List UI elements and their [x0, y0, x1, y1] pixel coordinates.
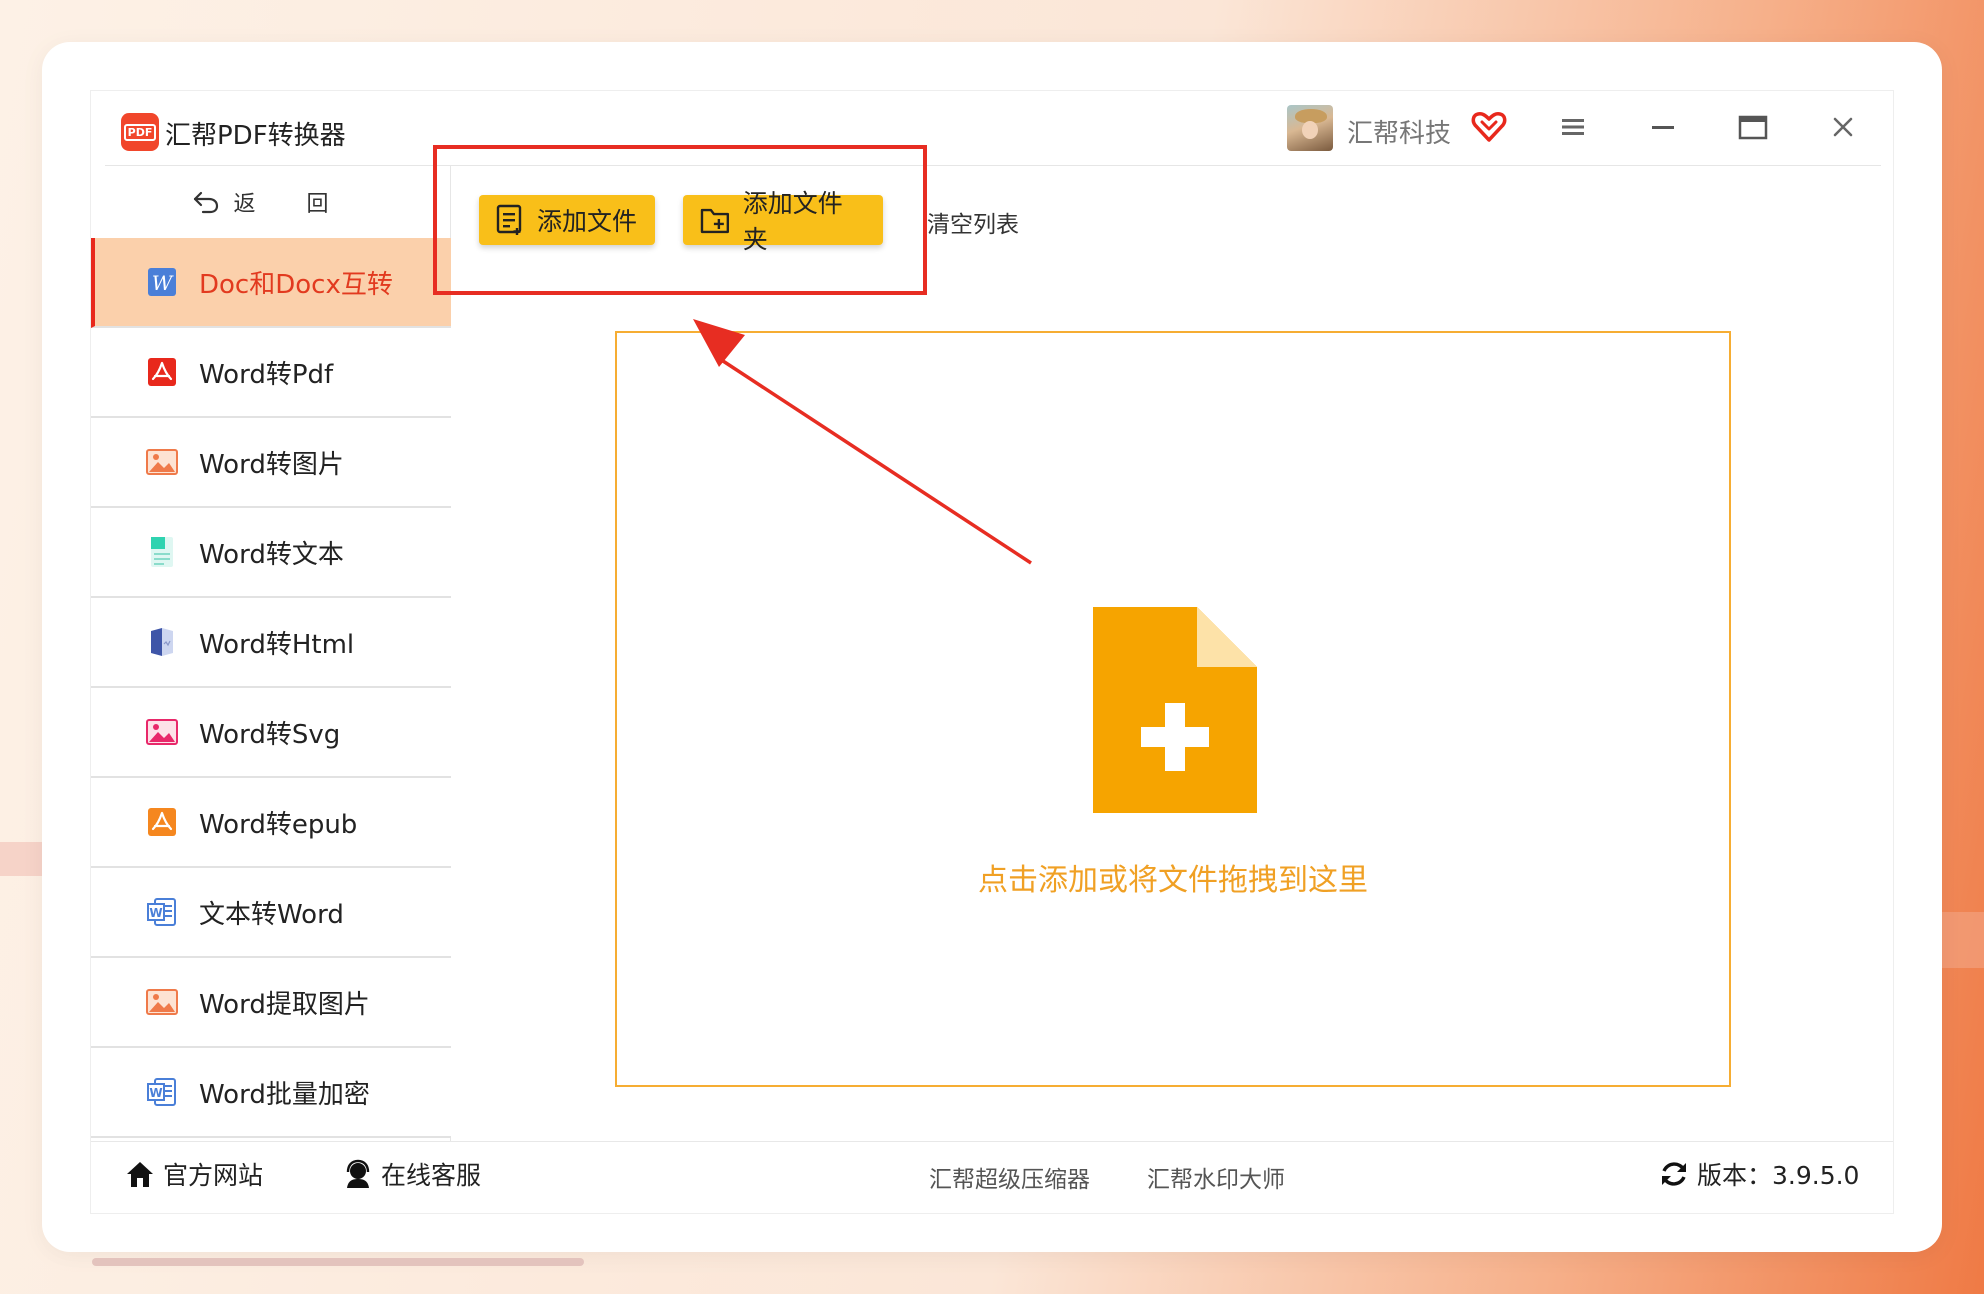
- sidebar-item-label: Word转Svg: [199, 719, 341, 750]
- sidebar-item-label: Word批量加密: [199, 1079, 370, 1110]
- sidebar-item-word-image[interactable]: Word转图片: [91, 418, 451, 508]
- vip-heart-icon[interactable]: [1471, 109, 1507, 145]
- text-doc-icon: [151, 537, 173, 567]
- svg-text:W: W: [149, 1086, 162, 1100]
- word-doc-icon: W: [147, 898, 176, 926]
- app-title: 汇帮PDF转换器: [165, 121, 346, 151]
- sidebar-item-word-pdf[interactable]: Word转Pdf: [91, 328, 451, 418]
- app-logo-icon: PDF: [121, 113, 159, 151]
- epub-icon: [148, 808, 176, 836]
- sidebar-item-label: Word转图片: [199, 449, 344, 480]
- customer-service-icon: [346, 1159, 370, 1188]
- add-document-icon: [1093, 607, 1257, 813]
- refresh-icon: [1662, 1162, 1686, 1186]
- sidebar-item-label: Word转Html: [199, 629, 355, 660]
- user-avatar[interactable]: [1287, 105, 1333, 151]
- sidebar-item-word-html[interactable]: Word转Html: [91, 598, 451, 688]
- sidebar-item-word-svg[interactable]: Word转Svg: [91, 688, 451, 778]
- svg-image-icon: [146, 719, 178, 745]
- back-button[interactable]: 返 回: [91, 166, 451, 238]
- drop-hint-text: 点击添加或将文件拖拽到这里: [978, 863, 1368, 898]
- horizontal-scrollbar[interactable]: [92, 1258, 584, 1266]
- word-doc-icon: W: [147, 1078, 176, 1106]
- file-drop-zone[interactable]: 点击添加或将文件拖拽到这里: [615, 331, 1731, 1087]
- user-name[interactable]: 汇帮科技: [1347, 113, 1451, 150]
- clear-list-button[interactable]: 清空列表: [927, 205, 1019, 239]
- svg-text:W: W: [149, 906, 162, 920]
- back-label: 返 回: [233, 192, 351, 217]
- sidebar-item-word-epub[interactable]: Word转epub: [91, 778, 451, 868]
- status-footer: 官方网站 在线客服 汇帮超级压缩器 汇帮水印大师 版本：3.9.5.0: [91, 1141, 1893, 1215]
- sidebar-item-label: Word提取图片: [199, 989, 370, 1020]
- sidebar-item-doc-docx[interactable]: W Doc和Docx互转: [91, 238, 451, 328]
- svg-text:W: W: [152, 271, 174, 295]
- conversion-type-list: W Doc和Docx互转 Word转Pdf Word转图片 Word转文本 Wo…: [91, 238, 451, 1138]
- sidebar-item-word-encrypt[interactable]: W Word批量加密: [91, 1048, 451, 1138]
- minimize-icon[interactable]: [1649, 113, 1677, 141]
- sidebar-item-label: Word转epub: [199, 809, 358, 840]
- online-service-label: 在线客服: [381, 1161, 482, 1190]
- watermark-link[interactable]: 汇帮水印大师: [1147, 1160, 1285, 1194]
- sidebar-item-label: Word转文本: [199, 539, 344, 570]
- annotation-highlight-box: [433, 145, 927, 295]
- pdf-icon: [148, 358, 176, 386]
- image-icon: [146, 449, 178, 475]
- maximize-icon[interactable]: [1737, 113, 1769, 141]
- sidebar-item-label: Word转Pdf: [199, 359, 334, 390]
- sidebar-item-label: 文本转Word: [199, 899, 344, 930]
- sidebar: 返 回 W Doc和Docx互转 Word转Pdf Word转图片 Word转文…: [91, 166, 451, 1141]
- version-info[interactable]: 版本：3.9.5.0: [1659, 1156, 1859, 1192]
- sidebar-item-word-text[interactable]: Word转文本: [91, 508, 451, 598]
- menu-icon[interactable]: [1559, 113, 1587, 141]
- title-bar: PDF 汇帮PDF转换器 汇帮科技: [91, 91, 1893, 166]
- sidebar-item-text-word[interactable]: W 文本转Word: [91, 868, 451, 958]
- back-arrow-icon: [193, 191, 218, 214]
- version-label: 版本：3.9.5.0: [1697, 1161, 1860, 1190]
- sidebar-item-label: Doc和Docx互转: [199, 269, 393, 300]
- official-site-link[interactable]: 官方网站: [125, 1156, 263, 1192]
- official-site-label: 官方网站: [163, 1161, 264, 1190]
- sidebar-item-word-extract-image[interactable]: Word提取图片: [91, 958, 451, 1048]
- word-icon: W: [148, 268, 176, 296]
- html-book-icon: [151, 628, 173, 656]
- close-icon[interactable]: [1829, 113, 1857, 141]
- compressor-link[interactable]: 汇帮超级压缩器: [929, 1160, 1090, 1194]
- home-icon: [127, 1162, 153, 1187]
- app-window: PDF 汇帮PDF转换器 汇帮科技 返 回 W Doc和Docx互转 Word转…: [90, 90, 1894, 1214]
- image-icon: [146, 989, 178, 1015]
- online-service-link[interactable]: 在线客服: [343, 1156, 481, 1192]
